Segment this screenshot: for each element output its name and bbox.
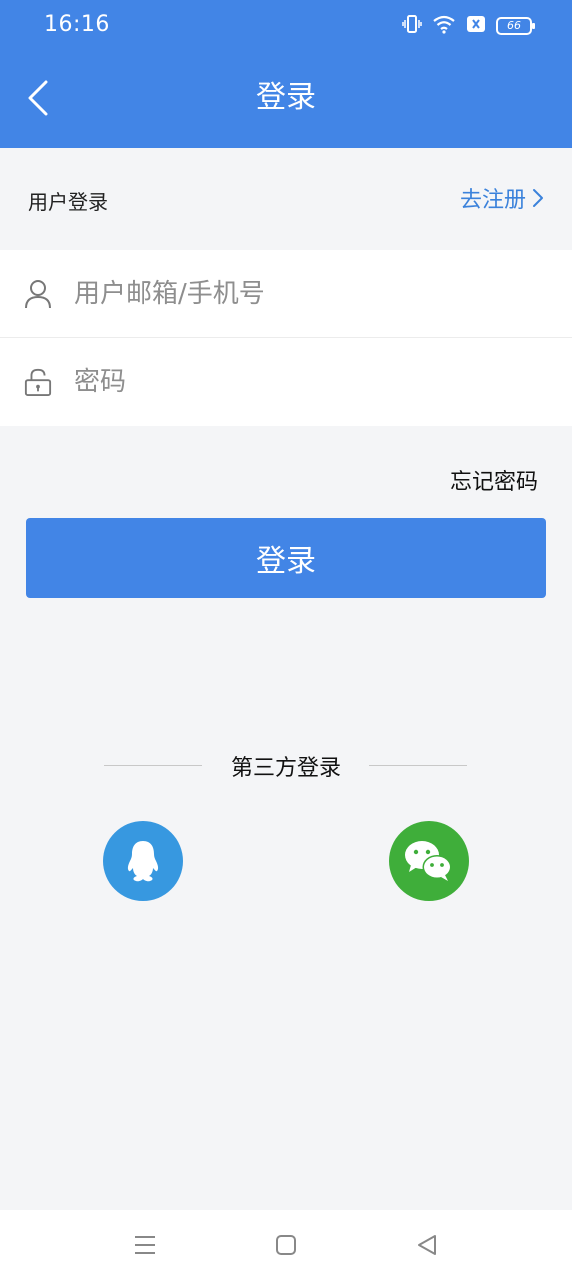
lock-icon xyxy=(24,366,52,398)
sim-error-icon xyxy=(466,15,486,37)
register-link-label: 去注册 xyxy=(459,188,526,213)
battery-icon: 66 xyxy=(496,17,535,35)
wechat-icon xyxy=(405,841,452,881)
page-title: 登录 xyxy=(256,80,316,115)
account-input[interactable] xyxy=(72,277,512,310)
third-party-divider: 第三方登录 xyxy=(0,748,572,784)
password-input[interactable] xyxy=(72,366,512,398)
chevron-right-icon xyxy=(533,189,543,207)
qq-login-button[interactable] xyxy=(103,821,183,901)
app-header: 16:16 66 登录 xyxy=(0,0,572,148)
qq-icon xyxy=(127,841,159,882)
vibrate-icon xyxy=(402,14,422,38)
status-bar: 16:16 66 xyxy=(0,0,572,52)
back-triangle-icon xyxy=(418,1235,436,1255)
status-icons: 66 xyxy=(402,14,535,38)
user-icon xyxy=(24,278,52,310)
account-field-row xyxy=(0,250,572,338)
forgot-password-link[interactable]: 忘记密码 xyxy=(450,464,538,496)
status-time: 16:16 xyxy=(44,12,110,37)
login-form xyxy=(0,250,572,426)
wechat-login-button[interactable] xyxy=(389,821,469,901)
divider-line-right xyxy=(369,765,467,766)
home-nav-button[interactable] xyxy=(271,1230,301,1260)
section-title: 用户登录 xyxy=(28,190,108,214)
menu-nav-button[interactable] xyxy=(130,1230,160,1260)
home-square-icon xyxy=(276,1235,296,1255)
section-row: 用户登录 去注册 xyxy=(0,148,572,250)
register-link[interactable]: 去注册 xyxy=(460,182,544,214)
back-nav-button[interactable] xyxy=(412,1230,442,1260)
password-field-row xyxy=(0,338,572,426)
wifi-icon xyxy=(432,14,456,38)
system-nav-bar xyxy=(0,1210,572,1280)
third-party-label: 第三方登录 xyxy=(230,756,341,781)
menu-icon xyxy=(135,1236,155,1254)
login-button[interactable]: 登录 xyxy=(26,518,546,598)
